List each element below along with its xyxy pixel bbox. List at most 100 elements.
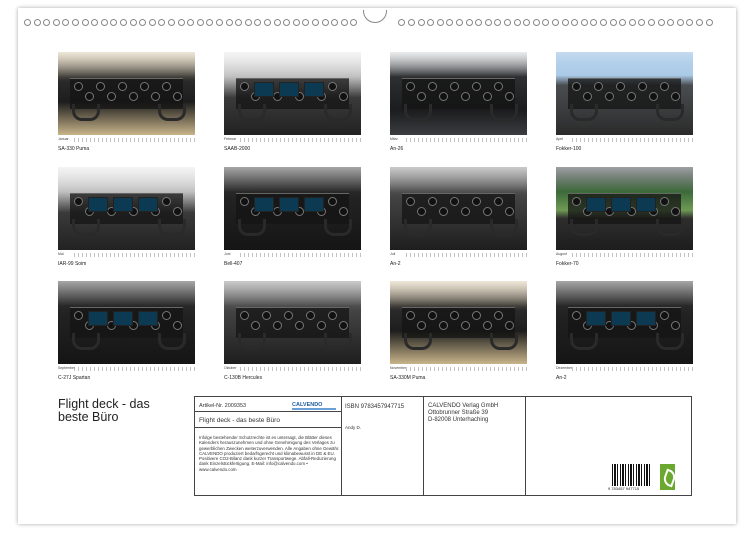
control-yoke	[238, 219, 266, 236]
binding-hole-icon	[638, 19, 646, 26]
gauge-icon	[428, 197, 437, 206]
cockpit-photo	[390, 52, 527, 135]
window-glare	[390, 167, 527, 192]
aircraft-caption: Fokker-100	[556, 146, 582, 152]
mini-calendar: August	[556, 252, 693, 258]
gauge-icon	[505, 207, 514, 216]
binding-hole-icon	[81, 19, 89, 26]
cockpit-photo	[390, 167, 527, 250]
binding-hole-icon	[33, 19, 41, 26]
gauge-icon	[505, 92, 514, 101]
month-name: Juni	[224, 252, 231, 256]
binding-hole-icon	[648, 19, 655, 26]
month-page: Juli An-2	[390, 167, 527, 267]
binding-hole-icon	[331, 19, 339, 26]
binding-hole-icon	[657, 19, 665, 26]
gauge-icon	[472, 311, 481, 320]
display-screen	[636, 197, 656, 212]
day-strip	[240, 367, 361, 371]
gauge-icon	[472, 82, 481, 91]
binding-hole-icon	[408, 19, 415, 26]
gauge-icon	[295, 321, 304, 330]
month-name: Oktober	[224, 366, 237, 370]
publisher-city: D-82008 Unterhaching	[428, 417, 489, 423]
day-strip	[240, 253, 361, 257]
divider	[195, 411, 341, 412]
control-yoke	[570, 219, 598, 236]
day-strip	[572, 367, 693, 371]
gauge-icon	[162, 311, 171, 320]
binding-hole-icon	[340, 19, 348, 26]
day-strip	[240, 138, 361, 142]
gauge-icon	[339, 92, 348, 101]
article-number: Artikel-Nr. 2009353	[199, 403, 247, 409]
aircraft-caption: C-27J Spartan	[58, 375, 91, 381]
gauge-icon	[306, 311, 315, 320]
day-strip	[406, 253, 527, 257]
gauge-icon	[572, 311, 581, 320]
window-glare	[58, 167, 195, 192]
control-yoke	[324, 333, 352, 350]
binding-hole-icon	[206, 19, 214, 26]
gauge-icon	[328, 82, 337, 91]
gauge-icon	[594, 82, 603, 91]
gauge-icon	[671, 321, 680, 330]
aircraft-caption: IAR-99 Soim	[58, 261, 87, 267]
mini-calendar: Februar	[224, 137, 361, 143]
mini-calendar: April	[556, 137, 693, 143]
isbn: ISBN 9783457947715	[345, 404, 405, 410]
binding-hole-icon	[523, 19, 531, 26]
mini-calendar: Mai	[58, 252, 195, 258]
binding-hole-icon	[216, 19, 223, 26]
binding-hole-icon	[600, 19, 607, 26]
month-page: April Fokker-100	[556, 52, 693, 152]
mini-calendar: Juni	[224, 252, 361, 258]
binding-hole-icon	[321, 19, 329, 26]
binding-hole-icon	[532, 19, 540, 26]
gauge-icon	[428, 82, 437, 91]
window-glare	[556, 52, 693, 77]
mini-calendar: September	[58, 366, 195, 372]
binding-hole-icon	[609, 19, 617, 26]
gauge-icon	[317, 321, 326, 330]
display-screen	[586, 311, 606, 326]
gauge-icon	[616, 82, 625, 91]
display-screen	[611, 311, 631, 326]
gauge-icon	[417, 92, 426, 101]
control-yoke	[570, 104, 598, 121]
gauge-icon	[450, 197, 459, 206]
day-strip	[74, 138, 195, 142]
gauge-icon	[583, 92, 592, 101]
gauge-icon	[572, 82, 581, 91]
gauge-icon	[262, 311, 271, 320]
control-yoke	[158, 104, 186, 121]
publisher-street: Ottobrunner Straße 39	[428, 410, 489, 416]
aircraft-caption: An-2	[556, 375, 567, 381]
control-yoke	[158, 219, 186, 236]
month-name: Dezember	[556, 366, 573, 370]
month-page: Dezember An-2	[556, 281, 693, 381]
month-page: März An-26	[390, 52, 527, 152]
gauge-icon	[572, 197, 581, 206]
day-strip	[406, 367, 527, 371]
binding-hole-icon	[628, 19, 636, 26]
mini-calendar: Dezember	[556, 366, 693, 372]
eco-leaf-icon	[660, 464, 675, 490]
gauge-icon	[85, 92, 94, 101]
gauge-icon	[439, 92, 448, 101]
gauge-icon	[428, 311, 437, 320]
binding-hole-icon	[292, 19, 300, 26]
cockpit-photo	[556, 52, 693, 135]
binding-hole-icon	[350, 19, 358, 26]
gauge-icon	[240, 82, 249, 91]
binding-hole-icon	[72, 19, 79, 26]
gauge-icon	[450, 311, 459, 320]
aircraft-caption: SA-330 Puma	[58, 146, 90, 152]
window-glare	[390, 281, 527, 306]
cockpit-photo	[58, 52, 195, 135]
gauge-icon	[284, 311, 293, 320]
info-column-isbn	[341, 397, 424, 495]
display-screen	[611, 197, 631, 212]
month-page: Januar SA-330 Puma	[58, 52, 195, 152]
aircraft-caption: SA-330M Puma	[390, 375, 426, 381]
